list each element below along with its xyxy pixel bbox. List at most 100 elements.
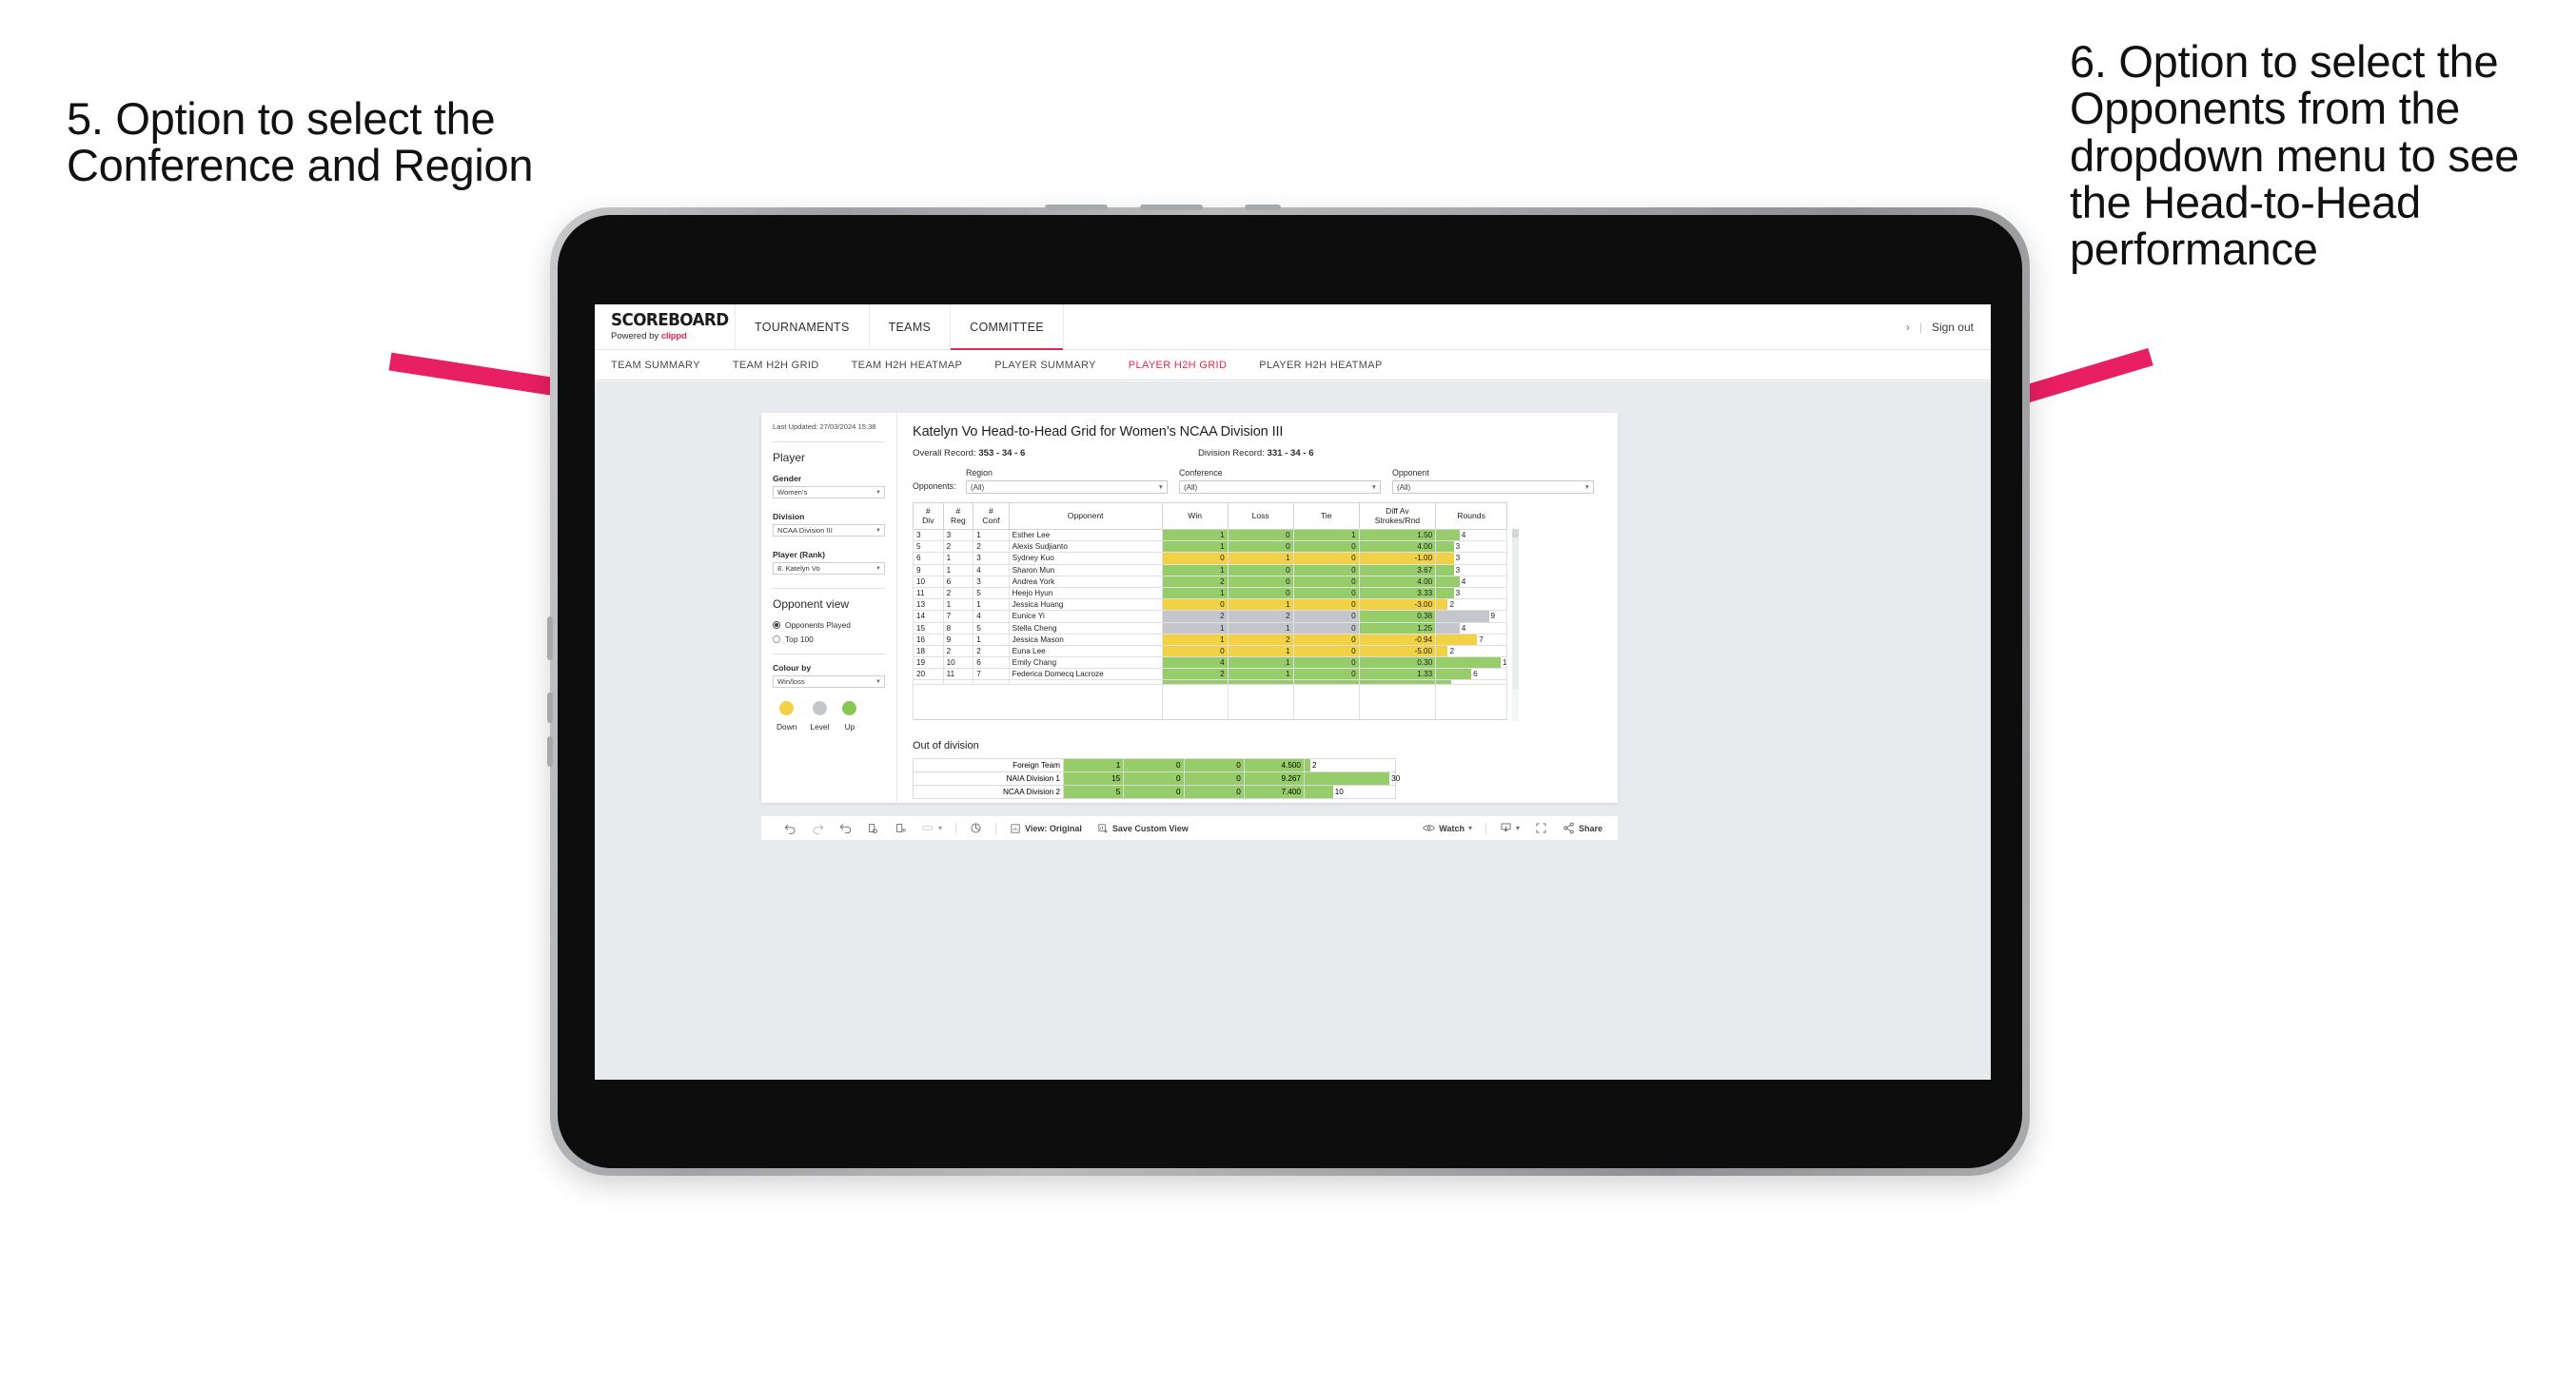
volume-up-button[interactable]: [547, 693, 553, 723]
col-header-rounds[interactable]: Rounds: [1435, 502, 1507, 530]
ood-row[interactable]: NAIA Division 1 15 0 0 9.267 30: [913, 771, 1400, 786]
ood-row[interactable]: Foreign Team 1 0 0 4.500 2: [913, 757, 1396, 772]
save-custom-view-button[interactable]: Save Custom View: [1090, 823, 1196, 834]
cell-opponent[interactable]: Alexis Sudjianto: [1008, 540, 1163, 554]
view-original-button[interactable]: View: Original: [1002, 823, 1090, 834]
cell-rounds[interactable]: 3: [1435, 540, 1507, 554]
cell-diff[interactable]: 1.25: [1358, 621, 1437, 634]
cell-diff[interactable]: 1.50: [1358, 528, 1437, 542]
highlight-button[interactable]: ▾: [914, 822, 950, 834]
col-header-div[interactable]: # Div: [913, 502, 944, 530]
undo-button[interactable]: [777, 822, 804, 834]
cell-rounds[interactable]: 3: [1435, 552, 1507, 565]
player-rank-select[interactable]: 8. Katelyn Vo ▼: [773, 562, 885, 576]
cell-div[interactable]: 3: [913, 528, 944, 542]
cell-tie[interactable]: 0: [1292, 575, 1360, 588]
cell-reg[interactable]: 1: [942, 563, 974, 576]
conference-select[interactable]: (All) ▼: [1179, 480, 1381, 494]
ood-cell-name[interactable]: Foreign Team: [913, 757, 1064, 772]
power-button[interactable]: [547, 616, 553, 660]
col-header-opponent[interactable]: Opponent: [1008, 502, 1163, 530]
cell-reg[interactable]: 2: [942, 644, 974, 658]
ood-cell-loss[interactable]: 0: [1123, 757, 1185, 772]
cell-tie[interactable]: 0: [1292, 563, 1360, 576]
ood-cell-rounds[interactable]: 30: [1304, 771, 1400, 786]
cell-rounds[interactable]: 4: [1435, 621, 1507, 634]
cell-diff[interactable]: -1.00: [1358, 552, 1437, 565]
cell-rounds[interactable]: 2: [1435, 598, 1507, 612]
division-select[interactable]: NCAA Division III ▼: [773, 524, 885, 537]
cell-diff[interactable]: 1.33: [1358, 668, 1437, 681]
col-header-reg[interactable]: # Reg: [942, 502, 974, 530]
cell-win[interactable]: 0: [1161, 598, 1229, 612]
cell-div[interactable]: 15: [913, 621, 944, 634]
cell-conf[interactable]: 4: [973, 610, 1010, 623]
cell-tie[interactable]: 0: [1292, 656, 1360, 670]
cell-conf[interactable]: 2: [973, 644, 1010, 658]
cell-tie[interactable]: 0: [1292, 633, 1360, 646]
cell-loss[interactable]: 2: [1227, 610, 1294, 623]
cell-opponent[interactable]: Federica Domecq Lacroze: [1008, 668, 1163, 681]
cell-diff[interactable]: 3.33: [1358, 586, 1437, 600]
cell-reg[interactable]: 11: [942, 668, 974, 681]
cell-win[interactable]: 2: [1161, 610, 1229, 623]
cell-opponent[interactable]: Andrea York: [1008, 575, 1163, 588]
cell-div[interactable]: 19: [913, 656, 944, 670]
cell-rounds[interactable]: 7: [1435, 633, 1507, 646]
cell-tie[interactable]: 0: [1292, 552, 1360, 565]
cell-opponent[interactable]: Sharon Mun: [1008, 563, 1163, 576]
cell-rounds[interactable]: 4: [1435, 575, 1507, 588]
cell-win[interactable]: 4: [1161, 656, 1229, 670]
cell-opponent[interactable]: Esther Lee: [1008, 528, 1163, 542]
cell-conf[interactable]: 5: [973, 586, 1010, 600]
gender-select[interactable]: Women’s ▼: [773, 486, 885, 499]
cell-conf[interactable]: 1: [973, 633, 1010, 646]
pause-auto-update-button[interactable]: [887, 822, 914, 834]
cell-diff[interactable]: 3.67: [1358, 563, 1437, 576]
colour-by-select[interactable]: Win/loss ▼: [773, 675, 885, 689]
cell-reg[interactable]: 6: [942, 575, 974, 588]
nav-item-tournaments[interactable]: TOURNAMENTS: [736, 304, 870, 349]
subnav-item-player-h2h-grid[interactable]: PLAYER H2H GRID: [1129, 360, 1227, 371]
table-row[interactable]: 9 1 4 Sharon Mun 1 0 0 3.67 3: [913, 563, 1507, 576]
ood-cell-win[interactable]: 1: [1062, 757, 1125, 772]
col-header-tie[interactable]: Tie: [1292, 502, 1360, 530]
ood-cell-diff[interactable]: 4.500: [1243, 757, 1306, 772]
cell-tie[interactable]: 0: [1292, 598, 1360, 612]
cell-opponent[interactable]: Eunice Yi: [1008, 610, 1163, 623]
cell-diff[interactable]: 4.00: [1358, 540, 1437, 554]
cell-conf[interactable]: 2: [973, 540, 1010, 554]
redo-button[interactable]: [804, 822, 832, 834]
cell-loss[interactable]: 0: [1227, 540, 1294, 554]
nav-item-teams[interactable]: TEAMS: [870, 304, 952, 349]
volume-down-button[interactable]: [547, 736, 553, 767]
radio-opponents-played[interactable]: Opponents Played: [773, 620, 885, 630]
cell-win[interactable]: 2: [1161, 668, 1229, 681]
ood-cell-tie[interactable]: 0: [1183, 771, 1245, 786]
cell-reg[interactable]: 7: [942, 610, 974, 623]
cell-loss[interactable]: 0: [1227, 563, 1294, 576]
cell-loss[interactable]: 1: [1227, 598, 1294, 612]
table-row[interactable]: 16 9 1 Jessica Mason 1 2 0 -0.94 7: [913, 633, 1507, 646]
cell-diff[interactable]: -3.00: [1358, 598, 1437, 612]
ood-cell-win[interactable]: 15: [1062, 771, 1125, 786]
cell-tie[interactable]: 0: [1292, 668, 1360, 681]
cell-opponent[interactable]: Emily Chang: [1008, 656, 1163, 670]
cell-reg[interactable]: 2: [942, 540, 974, 554]
cell-div[interactable]: 16: [913, 633, 944, 646]
cell-tie[interactable]: 0: [1292, 644, 1360, 658]
cell-rounds[interactable]: 3: [1435, 563, 1507, 576]
ood-cell-name[interactable]: NCAA Division 2: [913, 784, 1064, 799]
col-header-conf[interactable]: # Conf: [973, 502, 1010, 530]
sign-out-link[interactable]: Sign out: [1932, 321, 1974, 334]
cell-diff[interactable]: 0.38: [1358, 610, 1437, 623]
table-row[interactable]: 5 2 2 Alexis Sudjianto 1 0 0 4.00 3: [913, 540, 1507, 554]
col-header-win[interactable]: Win: [1161, 502, 1229, 530]
cell-rounds[interactable]: 6: [1435, 668, 1507, 681]
cell-loss[interactable]: 1: [1227, 668, 1294, 681]
cell-reg[interactable]: 3: [942, 528, 974, 542]
cell-tie[interactable]: 0: [1292, 621, 1360, 634]
cell-loss[interactable]: 2: [1227, 633, 1294, 646]
cell-win[interactable]: 1: [1161, 633, 1229, 646]
nav-item-committee[interactable]: COMMITTEE: [951, 304, 1064, 350]
